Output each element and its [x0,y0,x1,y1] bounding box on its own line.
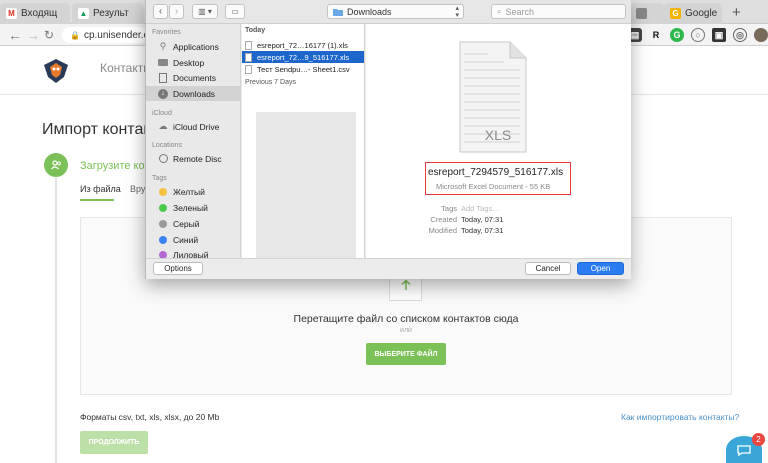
file-row-selected[interactable]: esreport_72…9_516177.xls [242,51,364,63]
folder-icon: ▭ [231,7,239,16]
continue-button[interactable]: ПРОДОЛЖИТЬ [80,431,148,454]
applications-icon: ⚲ [159,41,167,51]
extension-circle-icon[interactable]: ○ [691,28,705,42]
location-select[interactable]: Downloads ▴ ▾ [327,4,464,19]
formats-note: Форматы csv, txt, xls, xlsx, до 20 Mb [80,412,220,422]
profile-avatar[interactable] [754,28,768,42]
browser-tab-google[interactable]: G Google [664,3,722,24]
reload-icon[interactable]: ↻ [44,27,54,43]
step-line [55,178,57,463]
sidebar-item-remote-disc[interactable]: Remote Disc [146,151,240,166]
yellow-tag-dot [159,187,167,196]
sidebar-head-locations: Locations [152,142,182,149]
columns-view-icon: ▥ ▾ [198,7,212,16]
extension-r-icon[interactable]: R [649,28,663,42]
sidebar-tag-gray[interactable]: Серый [146,216,240,231]
downloads-icon: ↓ [158,88,168,99]
sidebar-tag-green[interactable]: Зеленый [146,200,240,215]
dialog-forward-button[interactable]: › [169,4,184,19]
dialog-search-input[interactable]: ⌕ Search [491,4,626,19]
preview-file-name: esreport_7294579_516177.xls [428,167,564,178]
sidebar-head-tags: Tags [152,175,167,182]
open-button[interactable]: Open [577,262,624,275]
dialog-sidebar: Favorites ⚲ Applications Desktop Documen… [146,24,241,258]
file-icon [245,40,252,50]
updown-chevron-icon: ▴ ▾ [455,5,459,19]
sidebar-tag-yellow[interactable]: Желтый [146,184,240,199]
file-list-head-today: Today [245,27,266,34]
file-open-dialog: ‹ › ▥ ▾ ▭ Downloads ▴ ▾ ⌕ Search Favorite… [145,0,631,279]
search-icon: ⌕ [497,6,502,16]
preview-file-kind: Microsoft Excel Document - 55 KB [436,182,551,191]
folder-icon [333,8,343,16]
browser-tab-gmail[interactable]: M Входящ [0,3,70,24]
tab-favicon-icon [636,8,647,19]
desktop-icon [158,58,168,68]
choose-file-button[interactable]: ВЫБЕРИТЕ ФАЙЛ [366,343,446,365]
sidebar-item-downloads[interactable]: ↓ Downloads [146,86,240,101]
sidebar-item-desktop[interactable]: Desktop [146,55,240,70]
extension-grammarly-icon[interactable]: G [670,28,684,42]
forward-arrow-icon[interactable]: → [26,27,40,43]
step-indicator [44,153,68,177]
sidebar-item-icloud-drive[interactable]: ☁ iCloud Drive [146,119,240,134]
options-button[interactable]: Options [153,262,203,275]
extension-dark-icon[interactable]: ▣ [712,28,726,42]
add-tags-field[interactable]: Add Tags… [461,204,500,213]
file-icon [245,52,252,62]
google-drive-icon: ▲ [78,8,89,19]
chat-icon [737,444,751,456]
users-icon [51,160,61,170]
file-list-head-previous: Previous 7 Days [245,79,296,86]
chevron-left-icon: ‹ [158,6,163,17]
purple-tag-dot [159,250,167,258]
chevron-right-icon: › [174,6,179,17]
new-tab-button[interactable]: + [732,4,741,21]
browser-tab-partial[interactable] [630,3,664,24]
view-mode-button[interactable]: ▥ ▾ [192,4,218,19]
extension-icons: ▤ R G ○ ▣ ◎ ⋮ [628,28,768,42]
tab-from-file[interactable]: Из файла [80,184,121,194]
dialog-toolbar: ‹ › ▥ ▾ ▭ Downloads ▴ ▾ ⌕ Search [146,0,631,24]
file-row[interactable]: esreport_72…16177 (1).xls [242,39,364,51]
green-tag-dot [159,203,167,212]
cancel-button[interactable]: Cancel [525,262,571,275]
dialog-footer: Options Cancel Open [146,258,631,279]
unisender-logo-icon[interactable] [42,57,70,85]
svg-text:XLS: XLS [485,127,511,143]
xls-document-icon: XLS [459,41,527,153]
chat-badge: 2 [752,433,765,446]
file-preview: XLS esreport_7294579_516177.xls Microsof… [366,24,631,258]
gmail-icon: M [6,8,17,19]
google-icon: G [670,8,681,19]
blue-tag-dot [159,235,167,244]
sidebar-item-applications[interactable]: ⚲ Applications [146,39,240,54]
file-icon [245,64,252,74]
dialog-back-button[interactable]: ‹ [153,4,168,19]
sidebar-head-icloud: iCloud [152,110,172,117]
sidebar-item-documents[interactable]: Documents [146,70,240,85]
sidebar-tag-blue[interactable]: Синий [146,232,240,247]
file-list: Today esreport_72…16177 (1).xls esreport… [242,24,365,258]
howto-import-link[interactable]: Как импортировать контакты? [621,412,739,422]
disc-icon [158,154,168,164]
cloud-icon: ☁ [158,121,168,131]
blurred-file-list [256,112,356,258]
documents-icon [158,72,168,83]
back-arrow-icon[interactable]: ← [8,27,22,43]
sidebar-head-favorites: Favorites [152,29,181,36]
drop-or: или [400,327,412,334]
lock-icon: 🔒 [70,30,80,40]
gray-tag-dot [159,219,167,228]
tab-active-underline [80,199,114,201]
browser-tab-results[interactable]: ▲ Результ [72,3,144,24]
url-field[interactable]: 🔒 cp.unisender.c [62,27,148,43]
new-folder-button[interactable]: ▭ [225,4,245,19]
drop-text: Перетащите файл со списком контактов сюд… [293,313,519,325]
sidebar-tag-purple[interactable]: Лиловый [146,247,240,258]
upload-arrow-icon [400,279,411,290]
extension-compass-icon[interactable]: ◎ [733,28,747,42]
file-row[interactable]: Тест Sendpu…- Sheet1.csv [242,63,364,75]
